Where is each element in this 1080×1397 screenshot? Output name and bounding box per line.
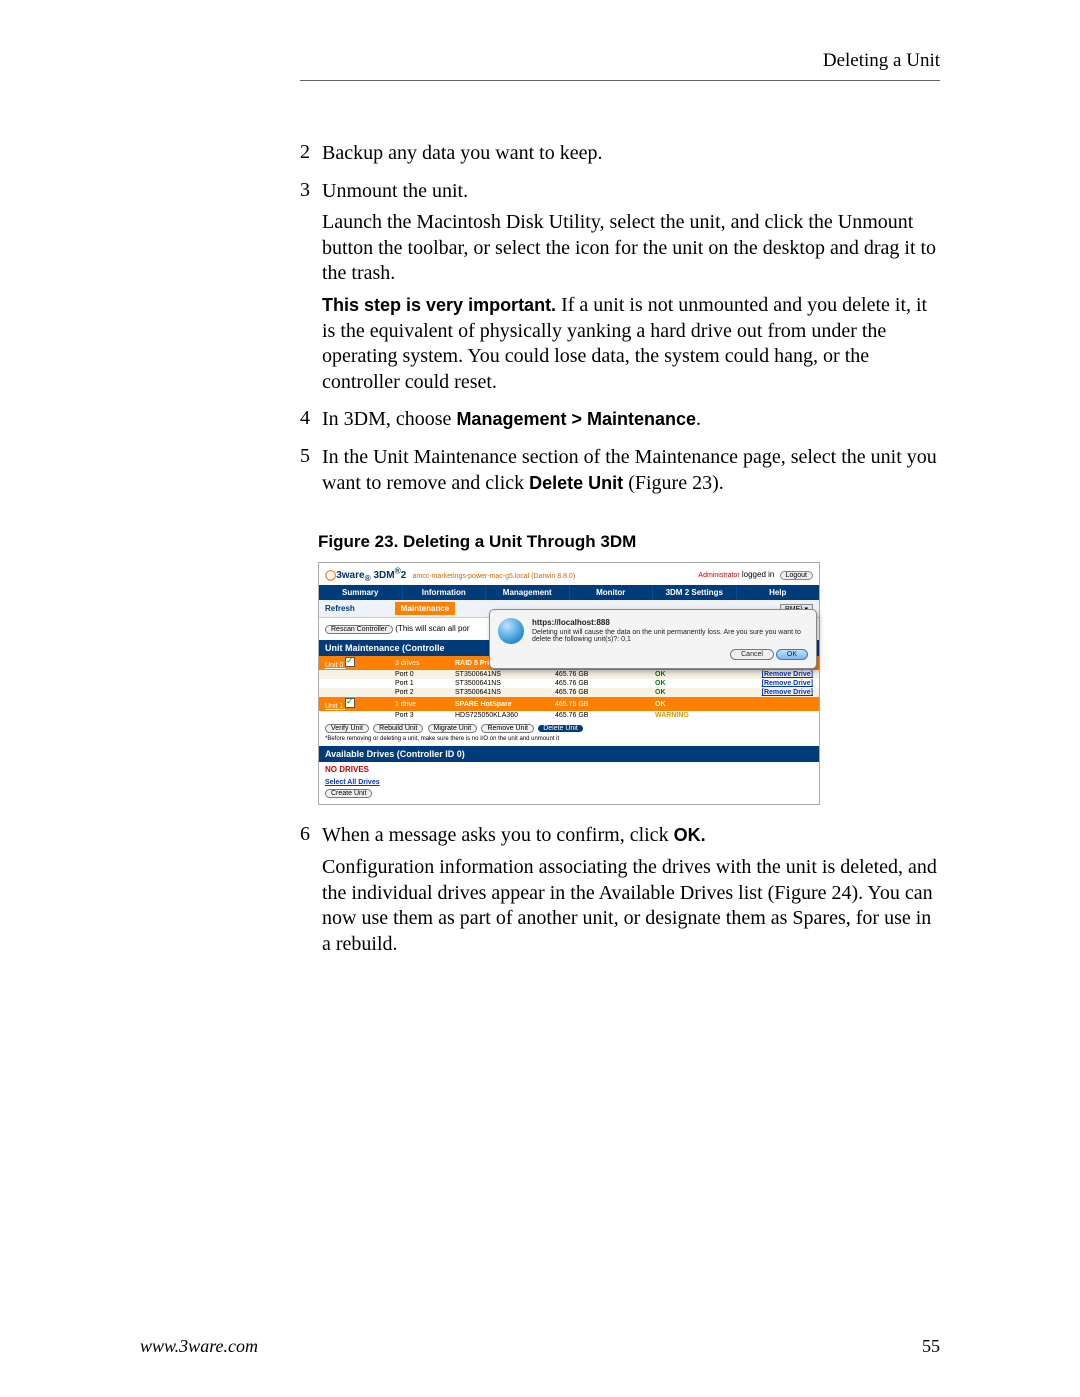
unit-row-1: Unit 1 1 drive SPARE HotSpare 465.75 GB …: [319, 697, 819, 711]
header-divider: [300, 80, 940, 81]
logout-button[interactable]: Logout: [780, 571, 813, 580]
safari-icon: [498, 618, 524, 644]
button-ref: Delete Unit: [529, 473, 623, 493]
dialog-message: Deleting unit will cause the data on the…: [532, 629, 808, 643]
text-post: .: [696, 408, 701, 430]
host-label: amcc-marketings-power-mac-g5.local (Darw…: [413, 573, 576, 580]
tab-monitor[interactable]: Monitor: [570, 585, 654, 600]
remove-unit-button[interactable]: Remove Unit: [481, 724, 533, 733]
step-para: Configuration information associating th…: [322, 855, 940, 957]
page-footer: www.3ware.com 55: [140, 1336, 940, 1357]
text-post: (Figure 23).: [623, 472, 724, 494]
drive-row: Port 3HDS725050KLA360465.76 GBWARNING: [319, 711, 819, 720]
action-note: *Before removing or deleting a unit, mak…: [319, 736, 819, 746]
figure-caption: Figure 23. Deleting a Unit Through 3DM: [318, 532, 940, 552]
nav-tabs: Summary Information Management Monitor 3…: [319, 585, 819, 600]
step-2: 2 Backup any data you want to keep.: [300, 141, 940, 173]
step-3: 3 Unmount the unit. Launch the Macintosh…: [300, 179, 940, 402]
footer-url: www.3ware.com: [140, 1336, 258, 1357]
verify-unit-button[interactable]: Verify Unit: [325, 724, 369, 733]
unit-link[interactable]: Unit 0: [325, 662, 343, 669]
unit-link[interactable]: Unit 1: [325, 703, 343, 710]
screenshot-3dm: ◯3ware® 3DM®2 amcc-marketings-power-mac-…: [318, 562, 820, 805]
step-text: Unmount the unit.: [322, 179, 940, 205]
step-6: 6 When a message asks you to confirm, cl…: [300, 823, 940, 963]
drive-rows-unit0: Port 0ST3500641NS465.76 GBOK[Remove Driv…: [319, 670, 819, 697]
step-5: 5 In the Unit Maintenance section of the…: [300, 445, 940, 502]
available-drives-header: Available Drives (Controller ID 0): [319, 746, 819, 762]
confirm-dialog: https://localhost:888 Deleting unit will…: [489, 609, 817, 669]
rescan-note: (This will scan all por: [395, 624, 469, 633]
ok-button[interactable]: OK: [776, 649, 808, 660]
select-all-drives-link[interactable]: Select All Drives: [319, 777, 819, 788]
warning-bold: This step is very important.: [322, 295, 556, 315]
create-unit-button[interactable]: Create Unit: [325, 789, 372, 798]
refresh-link[interactable]: Refresh: [325, 604, 355, 613]
cancel-button[interactable]: Cancel: [730, 649, 774, 660]
tab-help[interactable]: Help: [737, 585, 820, 600]
maintenance-tab[interactable]: Maintenance: [395, 602, 455, 615]
unit-status: OK: [655, 701, 715, 708]
step-number: 4: [300, 407, 322, 439]
unit-checkbox[interactable]: [345, 657, 355, 667]
step-text: Backup any data you want to keep.: [322, 141, 940, 167]
step-text: When a message asks you to confirm, clic…: [322, 823, 940, 849]
tab-information[interactable]: Information: [403, 585, 487, 600]
logged-in-label: logged in: [740, 570, 777, 579]
drive-row: Port 0ST3500641NS465.76 GBOK[Remove Driv…: [319, 670, 819, 679]
step-text: In 3DM, choose Management > Maintenance.: [322, 407, 940, 433]
text-pre: When a message asks you to confirm, clic…: [322, 824, 674, 846]
delete-unit-button[interactable]: Delete Unit: [538, 725, 583, 732]
remove-drive-link[interactable]: [Remove Drive]: [762, 680, 813, 687]
brand-logo: ◯3ware® 3DM®2: [325, 570, 406, 581]
step-text: In the Unit Maintenance section of the M…: [322, 445, 940, 496]
unit-drives: 1 drive: [395, 701, 455, 708]
drive-row: Port 1ST3500641NS465.76 GBOK[Remove Driv…: [319, 679, 819, 688]
unit-drives: 3 drives: [395, 660, 455, 667]
page-header: Deleting a Unit: [300, 50, 940, 72]
menu-path: Management > Maintenance: [456, 409, 696, 429]
step-number: 6: [300, 823, 322, 963]
step-number: 5: [300, 445, 322, 502]
footer-page-number: 55: [922, 1336, 940, 1357]
tab-management[interactable]: Management: [486, 585, 570, 600]
step-para: Launch the Macintosh Disk Utility, selec…: [322, 210, 940, 287]
button-ref: OK.: [674, 825, 706, 845]
tab-summary[interactable]: Summary: [319, 585, 403, 600]
unit-size: 465.75 GB: [555, 701, 655, 708]
drive-row: Port 2ST3500641NS465.76 GBOK[Remove Driv…: [319, 688, 819, 697]
step-4: 4 In 3DM, choose Management > Maintenanc…: [300, 407, 940, 439]
step-number: 2: [300, 141, 322, 173]
unit-checkbox[interactable]: [345, 698, 355, 708]
dialog-title: https://localhost:888: [532, 618, 808, 627]
tab-3dm2-settings[interactable]: 3DM 2 Settings: [653, 585, 737, 600]
step-warning: This step is very important. If a unit i…: [322, 293, 940, 395]
unit-type: SPARE HotSpare: [455, 701, 555, 708]
rescan-controller-button[interactable]: Rescan Controller: [325, 625, 393, 634]
migrate-unit-button[interactable]: Migrate Unit: [428, 724, 478, 733]
remove-drive-link[interactable]: [Remove Drive]: [762, 689, 813, 696]
text-pre: In 3DM, choose: [322, 408, 456, 430]
step-number: 3: [300, 179, 322, 402]
no-drives-label: NO DRIVES: [319, 762, 819, 777]
admin-label: Administrator: [698, 572, 739, 579]
unit-actions: Verify Unit Rebuild Unit Migrate Unit Re…: [319, 720, 819, 736]
remove-drive-link[interactable]: [Remove Drive]: [762, 671, 813, 678]
rebuild-unit-button[interactable]: Rebuild Unit: [373, 724, 423, 733]
